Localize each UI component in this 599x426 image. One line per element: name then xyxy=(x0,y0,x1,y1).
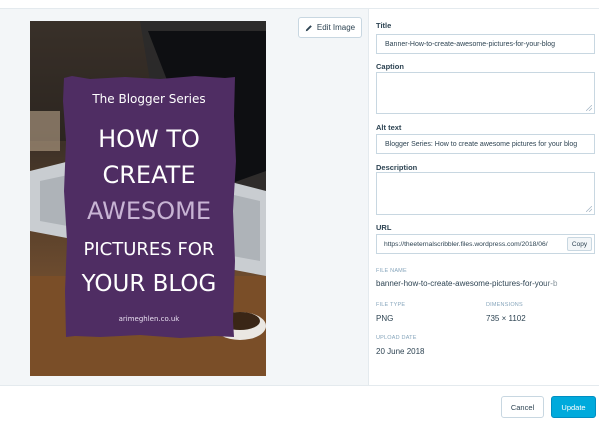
title-value: Banner-How-to-create-awesome-pictures-fo… xyxy=(385,40,556,48)
edit-image-label: Edit Image xyxy=(316,23,356,32)
banner-image: The Blogger Series HOW TO CREATE AWESOME… xyxy=(30,21,266,376)
image-preview-pane: The Blogger Series HOW TO CREATE AWESOME… xyxy=(0,9,368,385)
banner-headline-line-1: HOW TO xyxy=(98,125,200,153)
title-field[interactable]: Banner-How-to-create-awesome-pictures-fo… xyxy=(376,34,595,54)
update-button[interactable]: Update xyxy=(551,396,596,418)
copy-url-button[interactable]: Copy xyxy=(567,237,592,251)
url-value: https://theeternalscribbler.files.wordpr… xyxy=(384,240,548,248)
dimensions-value: 735 × 1102 xyxy=(486,314,526,323)
upload-date-value: 20 June 2018 xyxy=(376,347,425,356)
alt-text-field[interactable]: Blogger Series: How to create awesome pi… xyxy=(376,134,595,154)
footer-divider xyxy=(0,385,599,386)
description-label: Description xyxy=(376,163,418,172)
image-preview: The Blogger Series HOW TO CREATE AWESOME… xyxy=(30,21,266,376)
file-name-value: banner-how-to-create-awesome-pictures-fo… xyxy=(376,279,558,288)
pencil-icon xyxy=(305,24,312,31)
file-type-value: PNG xyxy=(376,314,394,323)
description-field[interactable] xyxy=(376,172,595,215)
resize-grip-icon[interactable] xyxy=(586,105,592,111)
banner-site-text: arimeghlen.co.uk xyxy=(119,315,181,323)
banner-headline-line-2: CREATE xyxy=(103,161,196,189)
banner-headline-line-4: PICTURES FOR xyxy=(84,239,215,260)
file-type-label: FILE TYPE xyxy=(376,302,406,308)
url-field[interactable]: https://theeternalscribbler.files.wordpr… xyxy=(376,234,595,254)
banner-series-text: The Blogger Series xyxy=(91,92,205,106)
alt-text-value: Blogger Series: How to create awesome pi… xyxy=(385,140,578,148)
file-name-label: FILE NAME xyxy=(376,268,407,274)
upload-date-label: UPLOAD DATE xyxy=(376,335,417,341)
cancel-button[interactable]: Cancel xyxy=(501,396,544,418)
banner-headline-line-3: AWESOME xyxy=(87,197,211,225)
panel-divider xyxy=(368,9,369,385)
edit-image-button[interactable]: Edit Image xyxy=(298,17,362,38)
alt-text-label: Alt text xyxy=(376,123,402,132)
url-label: URL xyxy=(376,223,392,232)
resize-grip-icon[interactable] xyxy=(586,206,592,212)
banner-headline-line-5: YOUR BLOG xyxy=(81,271,217,297)
caption-label: Caption xyxy=(376,62,404,71)
caption-field[interactable] xyxy=(376,72,595,114)
title-label: Title xyxy=(376,21,392,30)
dimensions-label: DIMENSIONS xyxy=(486,302,523,308)
